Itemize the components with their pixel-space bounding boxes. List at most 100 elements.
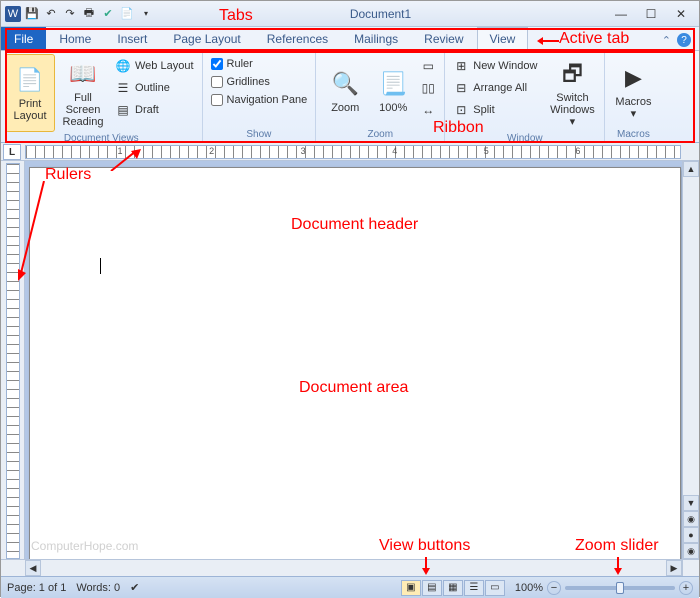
scroll-track-v[interactable] <box>683 177 699 495</box>
draft-icon: ▤ <box>115 102 131 118</box>
tab-page-layout[interactable]: Page Layout <box>160 27 253 50</box>
workspace: ComputerHope.com ▲ ▼ ◉ ● ◉ <box>1 161 699 559</box>
spellcheck-icon[interactable]: ✔ <box>100 6 116 22</box>
document-title: Document1 <box>154 7 607 21</box>
switch-windows-label: Switch Windows ▾ <box>547 92 597 128</box>
macros-icon: ▶ <box>617 62 649 94</box>
view-full-screen[interactable]: ▤ <box>422 580 442 596</box>
tab-insert[interactable]: Insert <box>104 27 160 50</box>
tab-view[interactable]: View <box>477 27 529 51</box>
window-controls: — ☐ ✕ <box>607 5 695 23</box>
ribbon-tabs: File Home Insert Page Layout References … <box>1 27 699 51</box>
quick-access-toolbar: W 💾 ↶ ↷ 🖶 ✔ 📄 ▾ <box>5 6 154 22</box>
vertical-ruler[interactable] <box>1 161 25 559</box>
document-page[interactable]: ComputerHope.com <box>29 167 681 559</box>
draft-button[interactable]: ▤Draft <box>111 100 198 120</box>
minimize-button[interactable]: — <box>607 5 635 23</box>
tab-review[interactable]: Review <box>411 27 476 50</box>
nav-pane-checkbox[interactable]: Navigation Pane <box>207 92 312 108</box>
tab-file[interactable]: File <box>1 27 46 50</box>
zoom-out-button[interactable]: − <box>547 581 561 595</box>
two-pages-icon: ▯▯ <box>420 80 436 96</box>
scroll-track-h[interactable] <box>41 560 666 576</box>
full-screen-icon: 📖 <box>67 58 99 90</box>
minimize-ribbon-icon[interactable]: ⌃ <box>662 34 671 47</box>
macros-label: Macros▾ <box>615 96 651 120</box>
new-window-button[interactable]: ⊞New Window <box>449 56 541 76</box>
view-web-layout[interactable]: ▦ <box>443 580 463 596</box>
print-layout-icon: 📄 <box>14 64 46 96</box>
zoom-in-button[interactable]: + <box>679 581 693 595</box>
proofing-icon[interactable]: ✔ <box>130 581 139 594</box>
next-page-button[interactable]: ◉ <box>683 543 699 559</box>
scroll-right-button[interactable]: ▶ <box>666 560 682 576</box>
tab-selector[interactable]: L <box>3 144 21 160</box>
switch-windows-icon: 🗗 <box>556 58 588 90</box>
scroll-down-button[interactable]: ▼ <box>683 495 699 511</box>
zoom-label: Zoom <box>331 102 359 114</box>
group-label-show: Show <box>207 128 312 142</box>
close-button[interactable]: ✕ <box>667 5 695 23</box>
two-pages-button[interactable]: ▯▯ <box>416 78 440 98</box>
undo-icon[interactable]: ↶ <box>43 6 59 22</box>
word-icon: W <box>5 6 21 22</box>
title-bar: W 💾 ↶ ↷ 🖶 ✔ 📄 ▾ Document1 — ☐ ✕ <box>1 1 699 27</box>
full-screen-reading-button[interactable]: 📖 Full Screen Reading <box>58 54 108 132</box>
view-print-layout[interactable]: ▣ <box>401 580 421 596</box>
view-draft[interactable]: ▭ <box>485 580 505 596</box>
tab-mailings[interactable]: Mailings <box>341 27 411 50</box>
qat-dropdown-icon[interactable]: ▾ <box>138 6 154 22</box>
vertical-scrollbar[interactable]: ▲ ▼ ◉ ● ◉ <box>682 161 699 559</box>
prev-page-button[interactable]: ◉ <box>683 511 699 527</box>
tab-home[interactable]: Home <box>46 27 104 50</box>
outline-icon: ☰ <box>115 80 131 96</box>
research-icon[interactable]: 📄 <box>119 6 135 22</box>
save-icon[interactable]: 💾 <box>24 6 40 22</box>
arrange-all-button[interactable]: ⊟Arrange All <box>449 78 541 98</box>
watermark-text: ComputerHope.com <box>31 539 138 553</box>
zoom-percent[interactable]: 100% <box>515 582 543 594</box>
new-window-icon: ⊞ <box>453 58 469 74</box>
zoom-button[interactable]: 🔍 Zoom <box>320 54 370 128</box>
maximize-button[interactable]: ☐ <box>637 5 665 23</box>
full-screen-label: Full Screen Reading <box>61 92 105 128</box>
page-container: ComputerHope.com <box>25 161 699 559</box>
gridlines-checkbox[interactable]: Gridlines <box>207 74 312 90</box>
scroll-left-button[interactable]: ◀ <box>25 560 41 576</box>
print-preview-icon[interactable]: 🖶 <box>81 6 97 22</box>
page-width-button[interactable]: ↔ <box>416 100 440 120</box>
redo-icon[interactable]: ↷ <box>62 6 78 22</box>
zoom-slider-thumb[interactable] <box>616 582 624 594</box>
zoom-icon: 🔍 <box>329 68 361 100</box>
browse-object-button[interactable]: ● <box>683 527 699 543</box>
view-outline[interactable]: ☰ <box>464 580 484 596</box>
text-cursor <box>100 258 610 274</box>
group-zoom: 🔍 Zoom 📃 100% ▭ ▯▯ ↔ Zoom <box>316 51 445 142</box>
page-width-icon: ↔ <box>420 102 436 118</box>
page-status[interactable]: Page: 1 of 1 <box>7 582 66 594</box>
split-icon: ⊡ <box>453 102 469 118</box>
horizontal-scrollbar[interactable]: ◀ ▶ <box>25 559 682 576</box>
web-layout-button[interactable]: 🌐Web Layout <box>111 56 198 76</box>
switch-windows-button[interactable]: 🗗 Switch Windows ▾ <box>544 54 600 132</box>
word-count[interactable]: Words: 0 <box>76 582 120 594</box>
hundred-percent-button[interactable]: 📃 100% <box>373 54 413 128</box>
arrange-all-icon: ⊟ <box>453 80 469 96</box>
hundred-icon: 📃 <box>377 68 409 100</box>
print-layout-button[interactable]: 📄 Print Layout <box>5 54 55 132</box>
one-page-button[interactable]: ▭ <box>416 56 440 76</box>
web-layout-icon: 🌐 <box>115 58 131 74</box>
horizontal-ruler[interactable]: L 1 2 3 4 5 6 <box>1 143 699 161</box>
group-document-views: 📄 Print Layout 📖 Full Screen Reading 🌐We… <box>1 51 203 142</box>
help-icon[interactable]: ? <box>677 33 691 47</box>
tab-references[interactable]: References <box>254 27 341 50</box>
group-label-macros: Macros <box>609 128 657 142</box>
ruler-checkbox[interactable]: Ruler <box>207 56 312 72</box>
macros-button[interactable]: ▶ Macros▾ <box>609 54 657 128</box>
ruler-scale[interactable]: 1 2 3 4 5 6 <box>25 145 681 159</box>
one-page-icon: ▭ <box>420 58 436 74</box>
split-button[interactable]: ⊡Split <box>449 100 541 120</box>
scroll-up-button[interactable]: ▲ <box>683 161 699 177</box>
outline-button[interactable]: ☰Outline <box>111 78 198 98</box>
zoom-slider[interactable] <box>565 586 675 590</box>
